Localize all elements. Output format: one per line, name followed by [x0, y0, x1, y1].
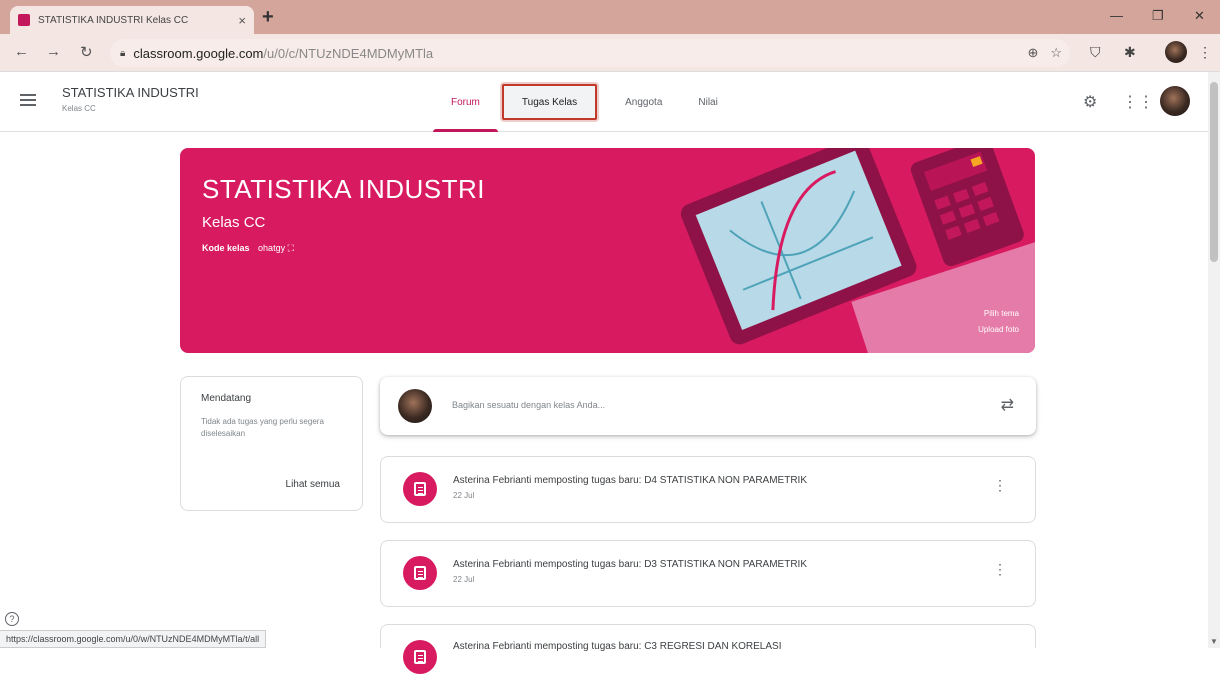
upcoming-heading: Mendatang [201, 393, 252, 404]
browser-profile-avatar[interactable] [1165, 41, 1187, 63]
browser-tab-bar: STATISTIKA INDUSTRI Kelas CC × + — ❐ ✕ [0, 0, 1220, 34]
scroll-down-icon[interactable]: ▼ [1210, 637, 1218, 646]
stream-post[interactable]: Asterina Febrianti memposting tugas baru… [380, 540, 1036, 607]
banner-title: STATISTIKA INDUSTRI [202, 174, 486, 204]
assignment-icon [403, 472, 437, 506]
lock-icon: 🔒︎ [120, 47, 126, 59]
assignment-icon [403, 556, 437, 590]
page-scrollbar[interactable]: ▼ [1208, 72, 1220, 648]
classroom-header: STATISTIKA INDUSTRI Kelas CC Forum Tugas… [0, 72, 1208, 132]
upcoming-card: Mendatang Tidak ada tugas yang perlu seg… [180, 376, 363, 511]
apps-grid-icon[interactable]: ⋮⋮ [1122, 92, 1154, 112]
zoom-icon[interactable]: ⊕ [1027, 45, 1038, 61]
stream-post[interactable]: Asterina Febrianti memposting tugas baru… [380, 456, 1036, 523]
post-text[interactable]: Asterina Febrianti memposting tugas baru… [453, 641, 781, 652]
class-banner: STATISTIKA INDUSTRI Kelas CC Kode kelas … [180, 148, 1035, 353]
settings-gear-icon[interactable]: ⚙ [1083, 92, 1097, 112]
main-menu-icon[interactable] [20, 94, 36, 106]
browser-toolbar: ← → ↻ 🔒︎ classroom.google.com /u/0/c/NTU… [0, 34, 1220, 72]
close-window-icon[interactable]: ✕ [1194, 8, 1205, 24]
select-theme-link[interactable]: Pilih tema [978, 306, 1019, 322]
class-code-value: ohatgy [258, 243, 286, 253]
status-bar-url: https://classroom.google.com/u/0/w/NTUzN… [0, 630, 267, 648]
upcoming-empty-text: Tidak ada tugas yang perlu segera disele… [201, 417, 324, 438]
banner-illustration-icon [680, 148, 1035, 353]
share-box[interactable]: Bagikan sesuatu dengan kelas Anda... ⇄ [380, 377, 1036, 435]
tab-forum[interactable]: Forum [433, 72, 498, 132]
address-bar[interactable]: 🔒︎ classroom.google.com /u/0/c/NTUzNDE4M… [110, 39, 1070, 67]
post-date: 22 Jul [453, 575, 475, 584]
browser-menu-icon[interactable]: ⋮ [1198, 44, 1212, 61]
post-text[interactable]: Asterina Febrianti memposting tugas baru… [453, 559, 807, 570]
assignment-icon [403, 640, 437, 674]
back-icon[interactable]: ← [14, 43, 29, 60]
browser-tab[interactable]: STATISTIKA INDUSTRI Kelas CC × [10, 6, 254, 34]
reload-icon[interactable]: ↻ [80, 43, 93, 61]
browser-tab-title: STATISTIKA INDUSTRI Kelas CC [38, 14, 189, 26]
url-path: /u/0/c/NTUzNDE4MDMyMTla [263, 45, 434, 61]
more-options-icon[interactable]: ⋮ [993, 477, 1007, 494]
tab-tugas-kelas[interactable]: Tugas Kelas [501, 84, 598, 120]
class-name[interactable]: STATISTIKA INDUSTRI [62, 85, 199, 100]
close-tab-icon[interactable]: × [238, 13, 246, 28]
class-code: Kode kelas ohatgy ⛶ [202, 243, 294, 254]
tab-nilai[interactable]: Nilai [680, 72, 735, 132]
account-avatar[interactable] [1160, 86, 1190, 116]
view-all-link[interactable]: Lihat semua [286, 479, 340, 490]
class-code-label: Kode kelas [202, 243, 250, 253]
post-text[interactable]: Asterina Febrianti memposting tugas baru… [453, 475, 807, 486]
extensions-puzzle-icon[interactable]: ✱ [1124, 44, 1136, 61]
new-tab-icon[interactable]: + [262, 6, 274, 29]
url-host: classroom.google.com [133, 45, 264, 61]
repost-icon[interactable]: ⇄ [1001, 395, 1014, 415]
forward-icon[interactable]: → [46, 43, 61, 60]
upload-photo-link[interactable]: Upload foto [978, 322, 1019, 338]
fullscreen-code-icon[interactable]: ⛶ [288, 243, 294, 253]
class-tabs: Forum Tugas Kelas Anggota Nilai [433, 72, 736, 132]
stream-post[interactable]: Asterina Febrianti memposting tugas baru… [380, 624, 1036, 674]
minimize-icon[interactable]: — [1110, 8, 1123, 23]
classroom-favicon-icon [18, 14, 30, 26]
user-avatar [398, 389, 432, 423]
more-options-icon[interactable]: ⋮ [993, 561, 1007, 578]
bookmark-star-icon[interactable]: ☆ [1050, 45, 1062, 61]
post-date: 22 Jul [453, 491, 475, 500]
extension-shield-icon[interactable]: ⛉ [1090, 44, 1101, 61]
restore-icon[interactable]: ❐ [1152, 8, 1164, 24]
banner-subtitle: Kelas CC [202, 214, 266, 231]
share-placeholder[interactable]: Bagikan sesuatu dengan kelas Anda... [452, 400, 605, 410]
tab-anggota[interactable]: Anggota [607, 72, 680, 132]
help-icon[interactable]: ? [5, 612, 19, 626]
scrollbar-thumb[interactable] [1210, 82, 1218, 262]
class-section: Kelas CC [62, 104, 96, 113]
